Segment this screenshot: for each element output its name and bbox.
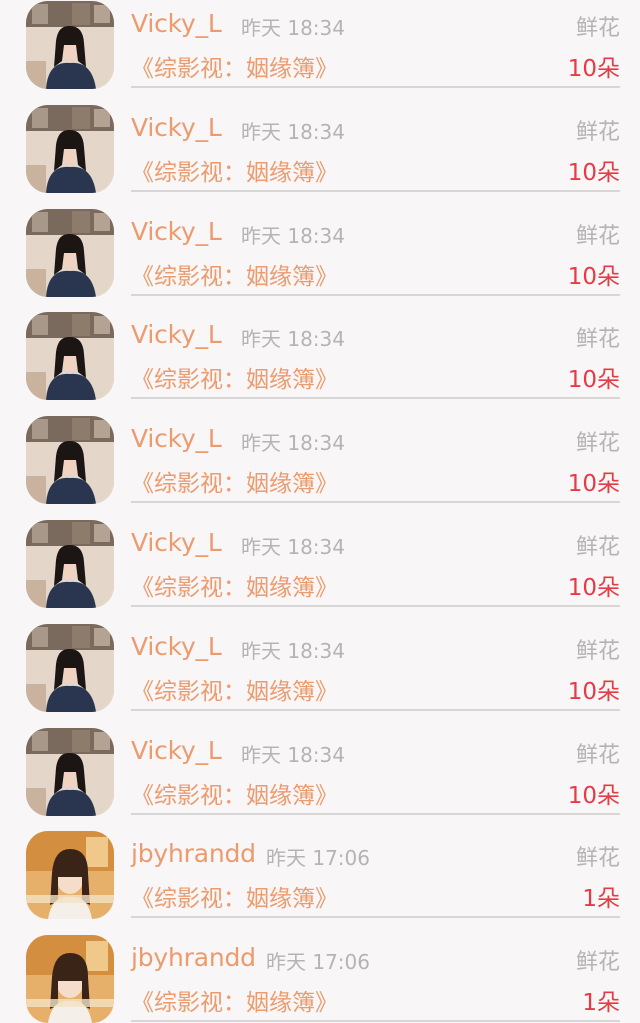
timestamp: 昨天 18:34 [241, 638, 345, 663]
avatar-woman-indoor-icon [26, 416, 114, 505]
username[interactable]: Vicky_L [131, 632, 222, 661]
gift-type: 鲜花 [575, 846, 620, 872]
username[interactable]: Vicky_L [131, 113, 222, 142]
timestamp: 昨天 18:34 [241, 16, 345, 40]
row-divider [131, 189, 620, 192]
user-avatar[interactable] [26, 416, 114, 505]
user-avatar[interactable] [26, 208, 114, 297]
gift-type: 鲜花 [575, 742, 620, 768]
gift-count: 10朵 [567, 367, 620, 394]
list-item[interactable]: Vicky_L 昨天 18:34 鲜花 《综影视：姻缘簿》 10朵 [0, 400, 640, 505]
username[interactable]: Vicky_L [131, 736, 222, 765]
user-avatar[interactable] [26, 312, 114, 401]
user-avatar[interactable] [26, 1, 114, 89]
gift-record-list: Vicky_L 昨天 18:34 鲜花 《综影视：姻缘簿》 10朵 Vicky_… [0, 0, 640, 1023]
show-title[interactable]: 《综影视：姻缘簿》 [131, 464, 338, 498]
gift-type: 鲜花 [575, 223, 620, 249]
avatar-girl-portrait-icon [26, 935, 114, 1023]
row-divider [131, 604, 620, 607]
username[interactable]: Vicky_L [131, 217, 222, 246]
gift-count: 10朵 [567, 574, 620, 601]
show-title[interactable]: 《综影视：姻缘簿》 [131, 672, 338, 706]
avatar-woman-indoor-icon [26, 208, 114, 297]
gift-type: 鲜花 [575, 950, 620, 976]
row-divider [131, 293, 620, 296]
timestamp: 昨天 18:34 [241, 223, 345, 248]
gift-count: 1朵 [582, 886, 620, 913]
gift-type: 鲜花 [575, 534, 620, 560]
gift-count: 10朵 [567, 56, 620, 82]
username[interactable]: Vicky_L [131, 424, 222, 453]
avatar-woman-indoor-icon [26, 312, 114, 401]
timestamp: 昨天 18:34 [241, 431, 345, 456]
row-divider [131, 708, 620, 711]
show-title[interactable]: 《综影视：姻缘簿》 [131, 776, 338, 810]
show-title[interactable]: 《综影视：姻缘簿》 [131, 879, 338, 913]
user-avatar[interactable] [26, 519, 114, 608]
avatar-woman-indoor-icon [26, 623, 114, 712]
show-title[interactable]: 《综影视：姻缘簿》 [131, 257, 338, 291]
avatar-woman-indoor-icon [26, 727, 114, 816]
timestamp: 昨天 18:34 [241, 534, 345, 559]
timestamp: 昨天 18:34 [241, 119, 345, 144]
list-item[interactable]: Vicky_L 昨天 18:34 鲜花 《综影视：姻缘簿》 10朵 [0, 712, 640, 816]
list-item[interactable]: Vicky_L 昨天 18:34 鲜花 《综影视：姻缘簿》 10朵 [0, 0, 640, 89]
list-item[interactable]: jbyhrandd 昨天 17:06 鲜花 《综影视：姻缘簿》 1朵 [0, 919, 640, 1023]
row-divider [131, 397, 620, 400]
show-title[interactable]: 《综影视：姻缘簿》 [131, 568, 338, 602]
gift-count: 10朵 [567, 263, 620, 290]
list-item[interactable]: Vicky_L 昨天 18:34 鲜花 《综影视：姻缘簿》 10朵 [0, 608, 640, 712]
user-avatar[interactable] [26, 935, 114, 1023]
gift-type: 鲜花 [575, 431, 620, 457]
row-divider [131, 916, 620, 919]
gift-count: 10朵 [567, 678, 620, 705]
gift-type: 鲜花 [575, 16, 620, 41]
list-item[interactable]: jbyhrandd 昨天 17:06 鲜花 《综影视：姻缘簿》 1朵 [0, 815, 640, 920]
gift-count: 10朵 [567, 782, 620, 809]
avatar-woman-indoor-icon [26, 1, 114, 89]
timestamp: 昨天 17:06 [266, 950, 370, 975]
row-divider [131, 812, 620, 815]
avatar-woman-indoor-icon [26, 519, 114, 608]
list-item[interactable]: Vicky_L 昨天 18:34 鲜花 《综影视：姻缘簿》 10朵 [0, 504, 640, 608]
user-avatar[interactable] [26, 727, 114, 816]
user-avatar[interactable] [26, 831, 114, 920]
timestamp: 昨天 18:34 [241, 327, 345, 352]
username[interactable]: Vicky_L [131, 9, 222, 38]
avatar-girl-portrait-icon [26, 831, 114, 920]
list-item[interactable]: Vicky_L 昨天 18:34 鲜花 《综影视：姻缘簿》 10朵 [0, 89, 640, 193]
user-avatar[interactable] [26, 623, 114, 712]
gift-count: 1朵 [582, 990, 620, 1017]
username[interactable]: jbyhrandd [131, 943, 256, 972]
list-item[interactable]: Vicky_L 昨天 18:34 鲜花 《综影视：姻缘簿》 10朵 [0, 193, 640, 297]
timestamp: 昨天 17:06 [266, 846, 370, 871]
gift-count: 10朵 [567, 159, 620, 186]
show-title[interactable]: 《综影视：姻缘簿》 [131, 153, 338, 187]
timestamp: 昨天 18:34 [241, 742, 345, 767]
gift-count: 10朵 [567, 471, 620, 498]
show-title[interactable]: 《综影视：姻缘簿》 [131, 360, 338, 394]
avatar-woman-indoor-icon [26, 104, 114, 193]
gift-type: 鲜花 [575, 638, 620, 664]
username[interactable]: Vicky_L [131, 320, 222, 349]
user-avatar[interactable] [26, 104, 114, 193]
show-title[interactable]: 《综影视：姻缘簿》 [131, 983, 338, 1017]
row-divider [131, 86, 620, 88]
username[interactable]: Vicky_L [131, 528, 222, 557]
show-title[interactable]: 《综影视：姻缘簿》 [131, 49, 338, 83]
row-divider [131, 1020, 620, 1023]
username[interactable]: jbyhrandd [131, 839, 256, 868]
list-item[interactable]: Vicky_L 昨天 18:34 鲜花 《综影视：姻缘簿》 10朵 [0, 296, 640, 401]
gift-type: 鲜花 [575, 327, 620, 353]
gift-type: 鲜花 [575, 119, 620, 145]
row-divider [131, 501, 620, 504]
